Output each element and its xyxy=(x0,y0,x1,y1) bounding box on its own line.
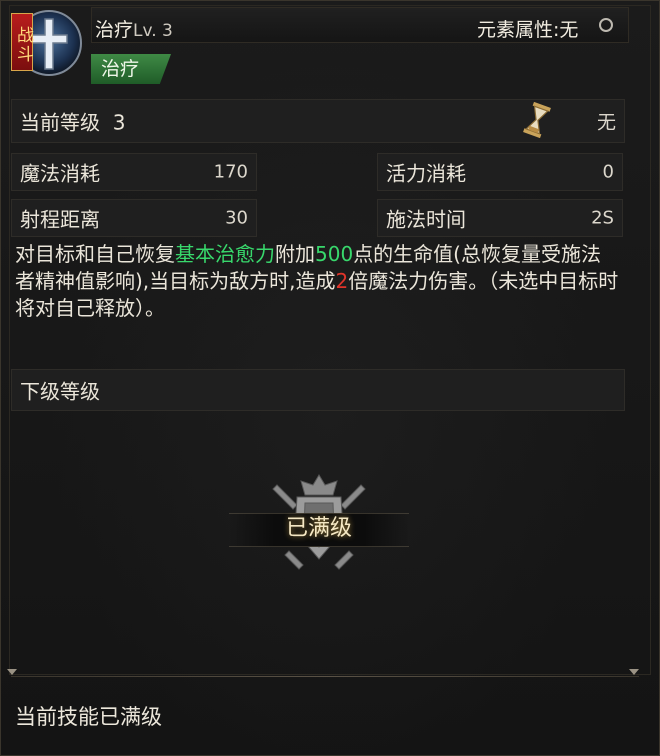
range-value: 30 xyxy=(225,207,248,229)
skill-detail-panel: { "header": { "badge": "战斗", "skill_name… xyxy=(0,0,660,756)
current-level-label: 当前等级 3 xyxy=(20,110,126,135)
circle-icon xyxy=(599,18,613,32)
element-attribute: 元素属性:无 xyxy=(477,19,579,41)
skill-title: 治疗Lv. 3 xyxy=(95,15,173,42)
highlight-heal-amount: 500 xyxy=(315,242,354,266)
footer-divider xyxy=(11,676,639,677)
range-label: 射程距离 xyxy=(20,207,100,232)
skill-description: 对目标和自己恢复基本治愈力附加500点的生命值(总恢复量受施法者精神值影响),当… xyxy=(15,242,619,320)
category-tag: 治疗 xyxy=(91,54,171,84)
combat-badge: 战斗 xyxy=(11,13,33,71)
mana-cost-row: 魔法消耗 170 xyxy=(11,153,257,191)
skill-name: 治疗 xyxy=(95,19,134,41)
maxed-label: 已满级 xyxy=(285,516,352,541)
hourglass-icon xyxy=(523,102,551,138)
mana-cost-label: 魔法消耗 xyxy=(20,161,100,186)
corner-mark-left xyxy=(7,669,17,675)
vitality-cost-row: 活力消耗 0 xyxy=(377,153,623,191)
highlight-heal-power: 基本治愈力 xyxy=(175,242,275,266)
footer-status-text: 当前技能已满级 xyxy=(15,705,162,729)
mana-cost-value: 170 xyxy=(213,161,248,183)
cooldown-value: 无 xyxy=(596,111,616,134)
cast-time-label: 施法时间 xyxy=(386,207,466,232)
skill-level: Lv. 3 xyxy=(133,21,173,41)
corner-mark-right xyxy=(629,669,639,675)
next-level-label: 下级等级 xyxy=(20,379,100,404)
next-level-row: 下级等级 xyxy=(11,369,625,411)
vitality-cost-label: 活力消耗 xyxy=(386,161,466,186)
vitality-cost-value: 0 xyxy=(602,161,614,183)
cast-time-row: 施法时间 2S xyxy=(377,199,623,237)
range-row: 射程距离 30 xyxy=(11,199,257,237)
cast-time-value: 2S xyxy=(591,207,614,229)
highlight-damage-multiplier: 2 xyxy=(335,269,349,293)
